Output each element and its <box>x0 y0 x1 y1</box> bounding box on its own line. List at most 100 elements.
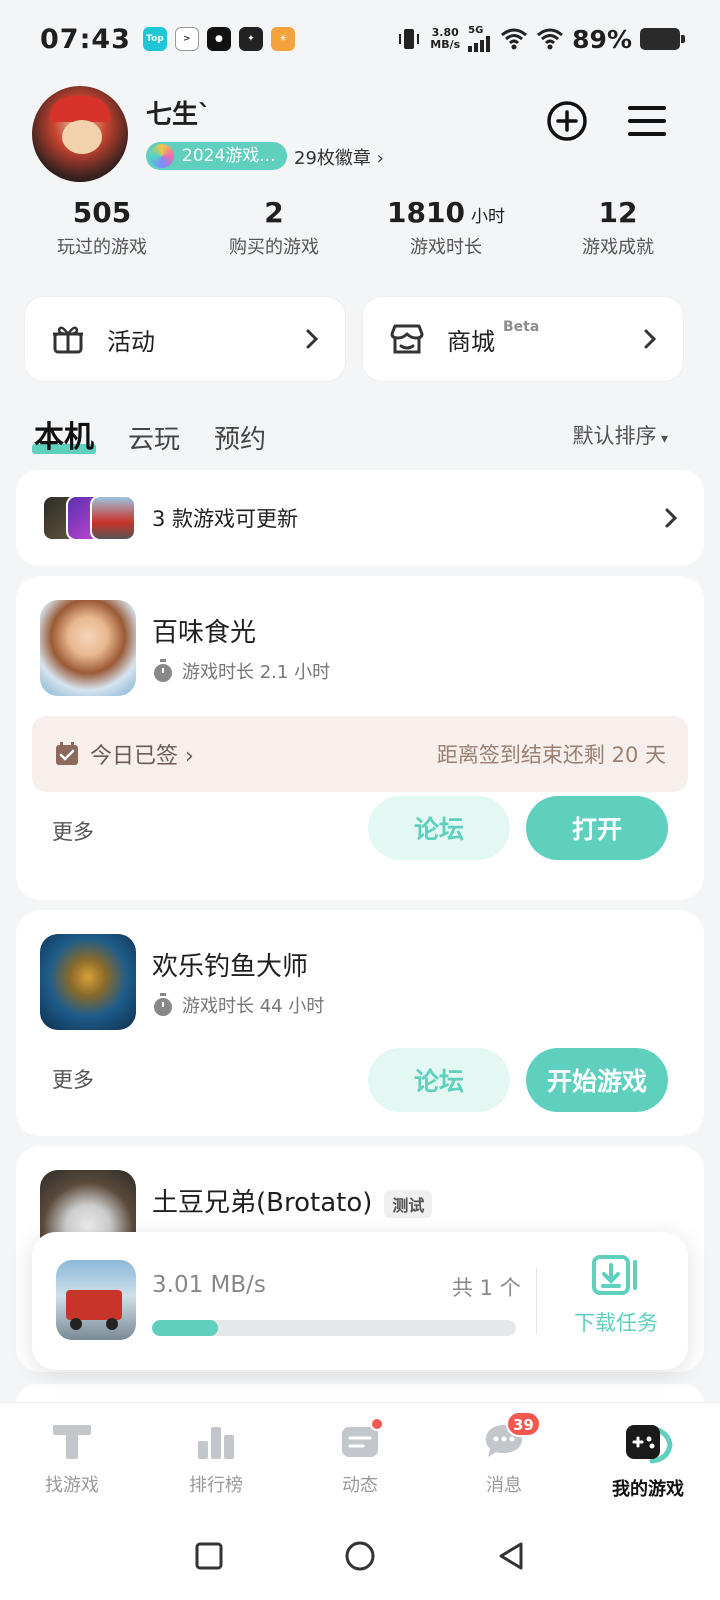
activity-card[interactable]: 活动 <box>24 296 346 382</box>
bottom-nav: 找游戏 排行榜 动态 39 消息 我的游戏 <box>0 1402 720 1512</box>
stat-value: 1810 <box>387 196 465 229</box>
stat-value: 2 <box>264 196 284 229</box>
badge-label: 2024游戏... <box>182 146 276 166</box>
stat-achievements[interactable]: 12 游戏成就 <box>532 196 704 259</box>
stopwatch-icon <box>154 993 172 1016</box>
download-progress-fill <box>152 1320 218 1336</box>
menu-icon <box>628 106 666 136</box>
game-tabs: 本机 云玩 预约 <box>32 412 266 456</box>
stat-label: 购买的游戏 <box>229 237 319 258</box>
signal-icon <box>468 36 491 52</box>
nav-label: 排行榜 <box>189 1475 243 1496</box>
download-task-button[interactable]: 下载任务 <box>556 1254 676 1337</box>
chevron-right-icon <box>306 329 319 349</box>
back-icon[interactable] <box>496 1541 526 1571</box>
badge-pill[interactable]: 2024游戏... <box>146 142 288 170</box>
battery-percent: 89% <box>572 24 632 54</box>
game-playtime: 游戏时长 2.1 小时 <box>152 658 330 684</box>
stat-played[interactable]: 505 玩过的游戏 <box>16 196 188 259</box>
terminal-app-icon: > <box>174 27 199 51</box>
stats-row: 505 玩过的游戏 2 购买的游戏 1810 小时 游戏时长 12 游戏成就 <box>16 196 704 259</box>
game-playtime-text: 游戏时长 2.1 小时 <box>182 662 331 683</box>
game-icon-fishing-master[interactable] <box>40 934 136 1030</box>
more-link[interactable]: 更多 <box>52 1064 94 1094</box>
game-title[interactable]: 百味食光 <box>152 612 256 649</box>
net-speed: 3.80 MB/s <box>430 27 460 51</box>
signin-label: 今日已签 <box>90 738 194 770</box>
battery-icon <box>640 28 685 50</box>
tab-reserve[interactable]: 预约 <box>214 419 266 456</box>
calendar-check-icon <box>56 742 78 765</box>
activity-label: 活动 <box>107 327 155 356</box>
top-app-icon: Top <box>142 27 167 51</box>
network-type: 5G <box>468 25 484 36</box>
game-title-text: 土豆兄弟(Brotato) <box>152 1188 373 1218</box>
wifi-icon <box>501 28 528 50</box>
sort-dropdown[interactable]: 默认排序 <box>573 420 668 450</box>
download-speed: 3.01 MB/s <box>152 1272 266 1298</box>
store-card[interactable]: 商城 Beta <box>362 296 684 382</box>
test-tag: 测试 <box>384 1189 433 1218</box>
download-task-label: 下载任务 <box>574 1311 658 1335</box>
system-nav-bar <box>0 1512 720 1600</box>
chevron-right-icon <box>665 508 678 528</box>
start-game-button[interactable]: 开始游戏 <box>526 1048 668 1112</box>
forum-button[interactable]: 论坛 <box>368 796 510 860</box>
download-task-icon <box>592 1255 637 1295</box>
stat-purchased[interactable]: 2 购买的游戏 <box>188 196 360 259</box>
game-title[interactable]: 土豆兄弟(Brotato) 测试 <box>152 1182 433 1219</box>
stat-unit: 小时 <box>470 207 505 227</box>
bulb-app-icon: ☀ <box>270 27 295 51</box>
game-playtime-text: 游戏时长 44 小时 <box>182 996 325 1017</box>
status-app-icons: Top > ● ✦ ☀ <box>142 27 295 51</box>
nav-messages[interactable]: 39 消息 <box>432 1403 576 1512</box>
recents-icon[interactable] <box>194 1541 224 1571</box>
stat-label: 游戏成就 <box>582 237 654 258</box>
store-icon <box>390 324 424 354</box>
nav-feed[interactable]: 动态 <box>288 1403 432 1512</box>
stat-label: 玩过的游戏 <box>57 237 147 258</box>
chevron-right-icon <box>644 329 657 349</box>
signin-banner[interactable]: 今日已签 距离签到结束还剩 20 天 <box>32 716 688 792</box>
stat-playtime[interactable]: 1810 小时 游戏时长 <box>360 196 532 259</box>
game-title[interactable]: 欢乐钓鱼大师 <box>152 946 308 983</box>
store-beta-tag: Beta <box>503 319 540 335</box>
nav-label: 动态 <box>342 1475 378 1496</box>
nav-ranking[interactable]: 排行榜 <box>144 1403 288 1512</box>
badge-count-link[interactable]: 29枚徽章 <box>294 144 384 170</box>
update-notice-text: 3 款游戏可更新 <box>152 507 299 531</box>
avatar-cap <box>50 96 110 122</box>
t-icon <box>53 1425 91 1459</box>
add-circle-icon <box>547 101 587 141</box>
forum-button[interactable]: 论坛 <box>368 1048 510 1112</box>
game-icon-baiweishiguang[interactable] <box>40 600 136 696</box>
stat-label: 游戏时长 <box>410 237 482 258</box>
download-count: 共 1 个 <box>452 1276 521 1300</box>
signal-indicator: 5G <box>468 26 492 52</box>
tab-local[interactable]: 本机 <box>32 412 96 456</box>
download-progress <box>152 1320 516 1336</box>
tab-cloud[interactable]: 云玩 <box>128 419 180 456</box>
home-icon[interactable] <box>344 1540 376 1572</box>
avatar[interactable] <box>32 86 128 182</box>
status-time: 07:43 <box>40 23 131 55</box>
add-button[interactable] <box>546 100 588 142</box>
update-notice-card[interactable]: 3 款游戏可更新 <box>16 470 704 566</box>
nav-find-games[interactable]: 找游戏 <box>0 1403 144 1512</box>
open-button[interactable]: 打开 <box>526 796 668 860</box>
divider <box>536 1268 537 1334</box>
feed-unread-dot <box>370 1417 384 1431</box>
wifi-icon-2 <box>537 28 564 50</box>
profile-header: 七生` 2024游戏... 29枚徽章 <box>32 86 688 186</box>
status-right: 3.80 MB/s 5G 89% <box>396 24 685 54</box>
download-bar[interactable]: 3.01 MB/s 共 1 个 下载任务 <box>32 1232 688 1370</box>
username[interactable]: 七生` <box>146 94 211 131</box>
net-speed-unit: MB/s <box>430 38 461 51</box>
stat-value: 505 <box>72 196 132 229</box>
nav-my-games[interactable]: 我的游戏 <box>576 1403 720 1512</box>
more-link[interactable]: 更多 <box>52 816 94 846</box>
gamepad-icon <box>626 1425 673 1464</box>
menu-button[interactable] <box>626 100 668 142</box>
status-bar: 07:43 Top > ● ✦ ☀ 3.80 MB/s 5G 89% <box>0 0 720 78</box>
vibrate-icon <box>399 29 420 49</box>
